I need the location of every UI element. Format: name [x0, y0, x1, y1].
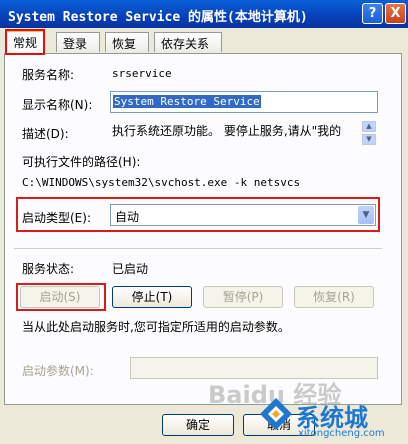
service-name-label: 服务名称:: [22, 68, 75, 82]
site-watermark: 系统城 xitongcheng.com: [258, 396, 408, 444]
display-name-selection: System Restore Service: [113, 95, 261, 108]
exe-path-label: 可执行文件的路径(H):: [22, 155, 141, 169]
brand-logo-icon: [260, 398, 292, 430]
close-button[interactable]: X: [385, 3, 406, 24]
tab-general[interactable]: 常规: [5, 29, 45, 55]
scroll-down-icon[interactable]: ▼: [362, 134, 376, 145]
start-params-hint: 当从此处启动服务时,您可指定所适用的启动参数。: [22, 320, 290, 334]
brand-url: xitongcheng.com: [298, 428, 385, 439]
tab-recovery[interactable]: 恢复: [105, 32, 149, 52]
properties-dialog: System Restore Service 的属性(本地计算机) ? X 常规…: [0, 0, 408, 444]
service-name-value: srservice: [112, 67, 172, 80]
display-name-field[interactable]: System Restore Service: [110, 91, 378, 113]
tab-logon[interactable]: 登录: [56, 32, 100, 52]
display-name-label: 显示名称(N):: [22, 98, 93, 112]
description-label: 描述(D):: [22, 127, 69, 141]
description-field: 执行系统还原功能。 要停止服务,请从"我的: [112, 124, 342, 138]
tab-dependencies[interactable]: 依存关系: [154, 32, 222, 52]
title-bar[interactable]: System Restore Service 的属性(本地计算机) ? X: [0, 0, 408, 28]
service-status-label: 服务状态:: [22, 262, 75, 276]
description-scrollbar[interactable]: ▲ ▼: [362, 121, 376, 145]
scroll-up-icon[interactable]: ▲: [362, 121, 376, 132]
separator: [14, 248, 382, 249]
pause-button[interactable]: 暂停(P): [203, 286, 283, 308]
start-params-label: 启动参数(M):: [22, 364, 94, 378]
dropdown-arrow-icon[interactable]: ▼: [358, 206, 374, 224]
service-status-value: 已启动: [112, 262, 149, 276]
help-button[interactable]: ?: [362, 3, 383, 24]
start-button[interactable]: 启动(S): [20, 286, 100, 308]
window-title: System Restore Service 的属性(本地计算机): [8, 10, 308, 25]
startup-type-label: 启动类型(E):: [22, 211, 91, 225]
tab-bar: 常规 登录 恢复 依存关系: [4, 29, 404, 55]
ok-button[interactable]: 确定: [162, 414, 234, 436]
startup-type-select[interactable]: 自动 ▼: [110, 204, 376, 226]
startup-type-value: 自动: [115, 210, 140, 224]
stop-button[interactable]: 停止(T): [112, 286, 192, 308]
resume-button[interactable]: 恢复(R): [294, 286, 374, 308]
exe-path-value: C:\WINDOWS\system32\svchost.exe -k netsv…: [22, 176, 301, 189]
